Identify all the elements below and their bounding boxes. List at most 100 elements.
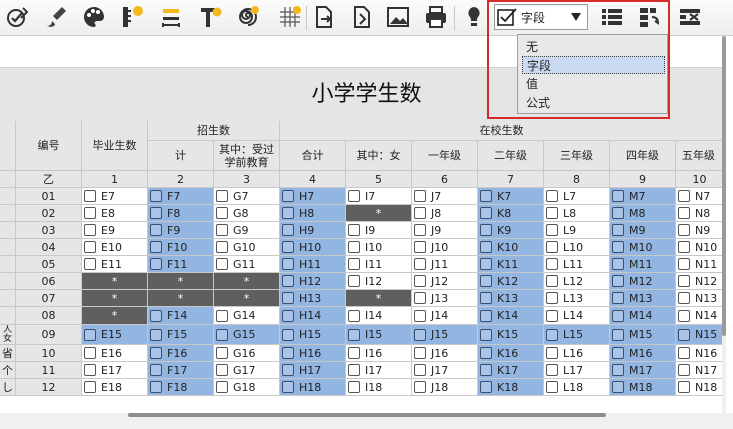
table-cell[interactable]: I12 xyxy=(346,273,412,290)
cell-checkbox[interactable] xyxy=(282,292,294,304)
table-cell[interactable]: H15 xyxy=(280,325,346,345)
table-cell[interactable]: G17 xyxy=(214,362,280,379)
table-cell[interactable]: E8 xyxy=(82,205,148,222)
table-cell[interactable]: J14 xyxy=(412,307,478,325)
cell-checkbox[interactable] xyxy=(414,292,426,304)
cell-checkbox[interactable] xyxy=(150,381,162,393)
cell-checkbox[interactable] xyxy=(150,241,162,253)
table-cell[interactable]: K9 xyxy=(478,222,544,239)
delete-rows-icon[interactable] xyxy=(676,3,704,31)
cell-checkbox[interactable] xyxy=(150,347,162,359)
cell-checkbox[interactable] xyxy=(678,364,690,376)
table-cell[interactable]: H11 xyxy=(280,256,346,273)
lightbulb-icon[interactable] xyxy=(460,3,488,31)
cell-checkbox[interactable] xyxy=(282,328,294,341)
cell-checkbox[interactable] xyxy=(84,224,96,236)
cell-checkbox[interactable] xyxy=(348,328,360,341)
cell-checkbox[interactable] xyxy=(678,275,690,287)
cell-checkbox[interactable] xyxy=(678,328,690,341)
cell-checkbox[interactable] xyxy=(612,275,624,287)
table-cell[interactable]: K7 xyxy=(478,188,544,205)
table-cell[interactable]: G10 xyxy=(214,239,280,256)
cell-checkbox[interactable] xyxy=(612,241,624,253)
table-cell[interactable]: F16 xyxy=(148,345,214,362)
table-cell[interactable]: N16 xyxy=(676,345,724,362)
cell-checkbox[interactable] xyxy=(282,309,294,322)
table-cell[interactable]: J7 xyxy=(412,188,478,205)
table-cell[interactable]: L13 xyxy=(544,290,610,307)
cell-checkbox[interactable] xyxy=(414,381,426,393)
table-cell[interactable]: I10 xyxy=(346,239,412,256)
cell-checkbox[interactable] xyxy=(678,241,690,253)
table-cell[interactable]: J16 xyxy=(412,345,478,362)
cell-checkbox[interactable] xyxy=(84,207,96,219)
cell-checkbox[interactable] xyxy=(414,309,426,322)
table-cell[interactable]: L11 xyxy=(544,256,610,273)
text-icon[interactable] xyxy=(196,3,224,31)
table-cell[interactable]: I9 xyxy=(346,222,412,239)
cell-checkbox[interactable] xyxy=(414,190,426,202)
table-cell[interactable]: L18 xyxy=(544,379,610,396)
cell-checkbox[interactable] xyxy=(348,190,360,202)
cell-checkbox[interactable] xyxy=(546,207,558,219)
cell-checkbox[interactable] xyxy=(84,190,96,202)
chevron-down-icon[interactable] xyxy=(571,13,581,21)
table-cell[interactable]: M7 xyxy=(610,188,676,205)
table-cell[interactable]: J12 xyxy=(412,273,478,290)
width-icon[interactable] xyxy=(158,3,186,31)
table-cell[interactable]: F7 xyxy=(148,188,214,205)
table-cell[interactable]: * xyxy=(148,290,214,307)
table-cell[interactable]: L17 xyxy=(544,362,610,379)
table-cell[interactable]: * xyxy=(214,273,280,290)
cell-checkbox[interactable] xyxy=(216,364,228,376)
table-cell[interactable]: G9 xyxy=(214,222,280,239)
cell-checkbox[interactable] xyxy=(612,309,624,322)
table-cell[interactable]: M10 xyxy=(610,239,676,256)
cell-checkbox[interactable] xyxy=(414,347,426,359)
table-cell[interactable]: H18 xyxy=(280,379,346,396)
cell-checkbox[interactable] xyxy=(480,347,492,359)
table-cell[interactable]: N18 xyxy=(676,379,724,396)
cell-checkbox[interactable] xyxy=(348,309,360,322)
table-cell[interactable]: F14 xyxy=(148,307,214,325)
table-cell[interactable]: H10 xyxy=(280,239,346,256)
table-cell[interactable]: G15 xyxy=(214,325,280,345)
cell-checkbox[interactable] xyxy=(612,328,624,341)
table-cell[interactable]: H9 xyxy=(280,222,346,239)
cell-checkbox[interactable] xyxy=(678,309,690,322)
table-cell[interactable]: L12 xyxy=(544,273,610,290)
table-cell[interactable]: * xyxy=(148,273,214,290)
cell-checkbox[interactable] xyxy=(546,190,558,202)
table-cell[interactable]: L16 xyxy=(544,345,610,362)
table-cell[interactable]: F10 xyxy=(148,239,214,256)
table-cell[interactable]: J9 xyxy=(412,222,478,239)
table-cell[interactable]: J8 xyxy=(412,205,478,222)
cell-checkbox[interactable] xyxy=(480,207,492,219)
field-mode-combo[interactable]: 字段 xyxy=(494,4,588,30)
cell-checkbox[interactable] xyxy=(348,381,360,393)
cell-checkbox[interactable] xyxy=(678,347,690,359)
table-cell[interactable]: G16 xyxy=(214,345,280,362)
cell-checkbox[interactable] xyxy=(414,224,426,236)
table-cell[interactable]: J11 xyxy=(412,256,478,273)
table-cell[interactable]: I14 xyxy=(346,307,412,325)
cell-checkbox[interactable] xyxy=(282,224,294,236)
export-icon[interactable] xyxy=(310,3,338,31)
table-cell[interactable]: N14 xyxy=(676,307,724,325)
cell-checkbox[interactable] xyxy=(480,241,492,253)
table-cell[interactable]: * xyxy=(82,307,148,325)
cell-checkbox[interactable] xyxy=(480,364,492,376)
table-cell[interactable]: J18 xyxy=(412,379,478,396)
cell-checkbox[interactable] xyxy=(282,381,294,393)
cell-checkbox[interactable] xyxy=(612,381,624,393)
cell-checkbox[interactable] xyxy=(216,309,228,322)
table-cell[interactable]: L15 xyxy=(544,325,610,345)
cell-checkbox[interactable] xyxy=(546,224,558,236)
table-cell[interactable]: E15 xyxy=(82,325,148,345)
cell-checkbox[interactable] xyxy=(414,328,426,341)
cell-checkbox[interactable] xyxy=(216,328,228,341)
cell-checkbox[interactable] xyxy=(678,190,690,202)
dropdown-option-formula[interactable]: 公式 xyxy=(522,94,665,112)
cell-checkbox[interactable] xyxy=(84,258,96,270)
cell-checkbox[interactable] xyxy=(546,275,558,287)
